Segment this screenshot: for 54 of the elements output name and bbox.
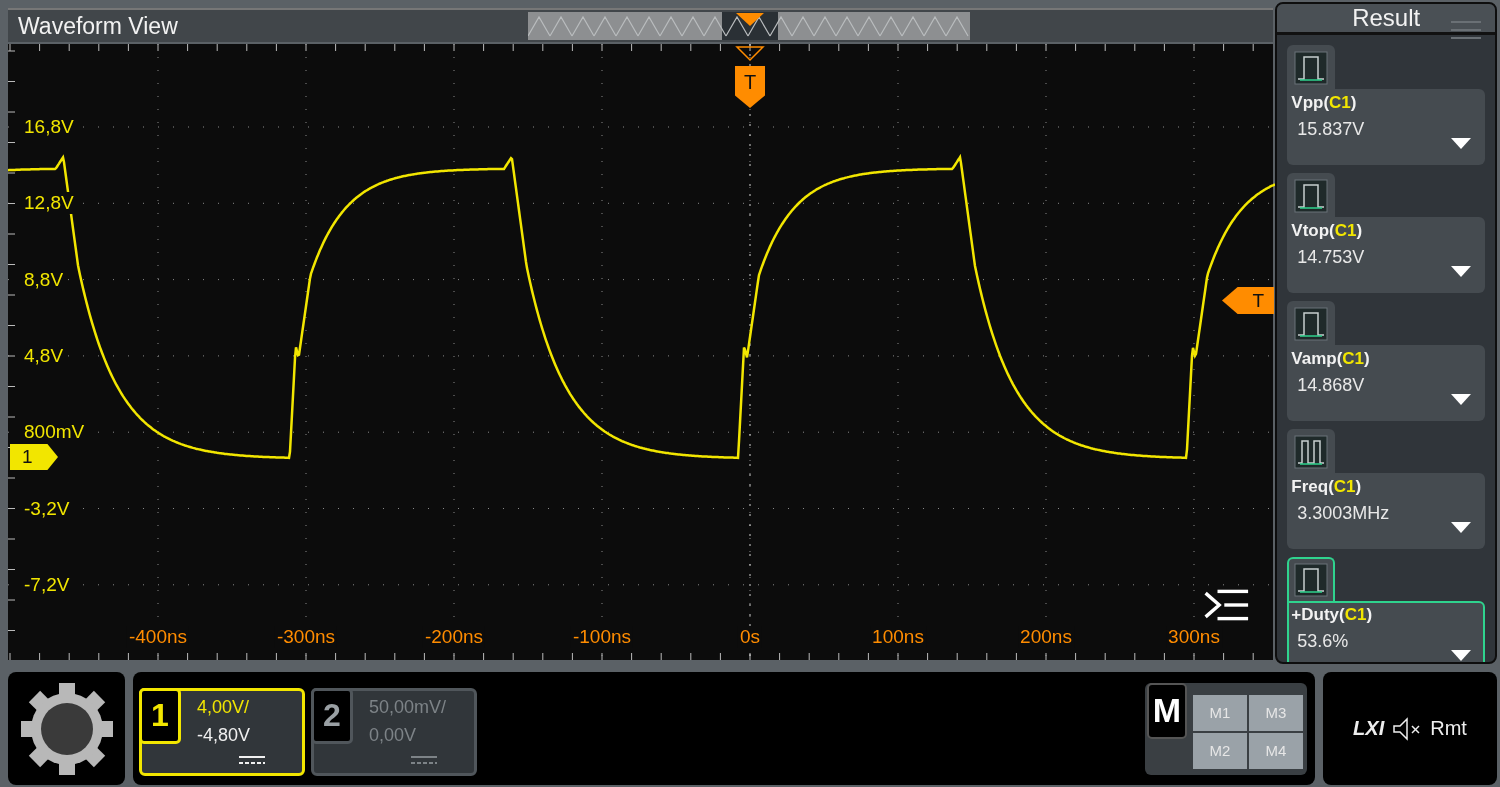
pulse-waveform-icon bbox=[1294, 563, 1329, 597]
measurement-tab[interactable] bbox=[1287, 429, 1336, 473]
dropdown-icon[interactable] bbox=[1451, 394, 1471, 405]
trigger-position-icon bbox=[735, 46, 765, 62]
remote-status: Rmt bbox=[1430, 717, 1467, 740]
panel-title: Waveform View bbox=[18, 12, 178, 40]
speaker-muted-icon[interactable] bbox=[1392, 716, 1423, 741]
channel-settings-card[interactable]: 1 4,00V/ -4,80V bbox=[139, 687, 305, 776]
trigger-level-marker[interactable]: T bbox=[1222, 287, 1274, 314]
measurement-value: 14.753V bbox=[1297, 247, 1366, 268]
pulse-waveform-icon bbox=[1294, 307, 1329, 341]
measurement-card[interactable]: Vtop(C1) 14.753V bbox=[1287, 217, 1485, 293]
math-label: M bbox=[1147, 682, 1187, 739]
gear-logo-icon bbox=[18, 680, 115, 777]
measurement-value: 53.6% bbox=[1297, 631, 1350, 652]
dropdown-icon[interactable] bbox=[1451, 522, 1471, 533]
pulse-waveform-icon bbox=[1294, 435, 1329, 469]
vertical-scale: 50,00mV/ bbox=[369, 696, 447, 718]
dropdown-icon[interactable] bbox=[1451, 650, 1471, 661]
trigger-time-marker[interactable]: T bbox=[735, 66, 765, 108]
dc-coupling-icon bbox=[411, 754, 437, 765]
channel-number: 2 bbox=[311, 687, 353, 744]
panel-title: Result bbox=[1352, 4, 1421, 32]
dropdown-icon[interactable] bbox=[1451, 138, 1471, 149]
vertical-offset: -4,80V bbox=[197, 724, 251, 746]
measurement-name: Vpp(C1) bbox=[1291, 93, 1358, 113]
measurement-value: 14.868V bbox=[1297, 375, 1366, 396]
channel-settings-card[interactable]: 2 50,00mV/ 0,00V bbox=[311, 687, 477, 776]
measurement-name: Freq(C1) bbox=[1291, 477, 1363, 497]
dc-coupling-icon bbox=[239, 754, 265, 765]
measurement-name: Vtop(C1) bbox=[1291, 221, 1364, 241]
measurement-name: +Duty(C1) bbox=[1291, 605, 1374, 625]
lxi-status: LXI bbox=[1353, 717, 1385, 740]
time-axis-label: 0s bbox=[737, 626, 763, 648]
measurement-name: Vamp(C1) bbox=[1291, 349, 1371, 369]
channel-offset-marker[interactable]: 1 bbox=[10, 444, 58, 470]
logo-panel[interactable] bbox=[8, 672, 125, 785]
measurement-tab[interactable] bbox=[1287, 173, 1336, 217]
voltage-axis-label: 12,8V bbox=[22, 192, 76, 215]
pulse-waveform-icon bbox=[1294, 51, 1329, 85]
measurement-value: 15.837V bbox=[1297, 119, 1366, 140]
vertical-offset: 0,00V bbox=[369, 724, 417, 746]
pulse-waveform-icon bbox=[1294, 179, 1329, 213]
measurement-tab[interactable] bbox=[1287, 557, 1336, 601]
measurement-card[interactable]: Freq(C1) 3.3003MHz bbox=[1287, 473, 1485, 549]
measurement-card[interactable]: Vamp(C1) 14.868V bbox=[1287, 345, 1485, 421]
vertical-scale: 4,00V/ bbox=[197, 696, 250, 718]
measurement-tab[interactable] bbox=[1287, 45, 1336, 89]
measurement-card[interactable]: +Duty(C1) 53.6% bbox=[1287, 601, 1485, 662]
measurement-value: 3.3003MHz bbox=[1297, 503, 1391, 524]
measurement-card[interactable]: Vpp(C1) 15.837V bbox=[1287, 89, 1485, 165]
dropdown-icon[interactable] bbox=[1451, 266, 1471, 277]
measurement-tab[interactable] bbox=[1287, 301, 1336, 345]
channel-number: 1 bbox=[139, 687, 181, 744]
